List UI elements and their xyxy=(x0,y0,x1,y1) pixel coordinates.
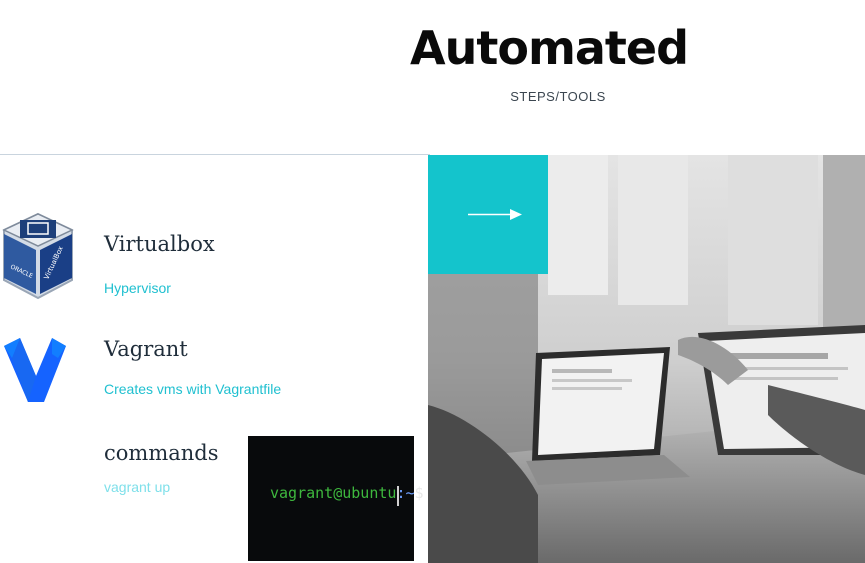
page-title: Automated xyxy=(410,21,689,75)
virtualbox-title: Virtualbox xyxy=(104,232,215,256)
terminal-dollar: $ xyxy=(414,484,424,502)
commands-description: vagrant up xyxy=(104,479,171,495)
commands-title: commands xyxy=(104,441,219,465)
arrow-button[interactable] xyxy=(428,155,548,274)
vagrant-title: Vagrant xyxy=(104,337,188,361)
terminal-user-host: vagrant@ubuntu xyxy=(270,484,397,502)
divider xyxy=(0,154,430,155)
terminal-path: :~ xyxy=(396,484,415,502)
vagrant-icon xyxy=(4,338,66,402)
page: Automated STEPS/TOOLS ORACLE VirtualBox … xyxy=(0,0,865,563)
terminal-cursor xyxy=(397,486,399,506)
virtualbox-description: Hypervisor xyxy=(104,280,171,296)
vagrant-description: Creates vms with Vagrantfile xyxy=(104,381,282,397)
page-subtitle: STEPS/TOOLS xyxy=(510,89,606,104)
virtualbox-icon: ORACLE VirtualBox xyxy=(2,212,74,300)
terminal-prompt: vagrant@ubuntu:~$ xyxy=(270,484,424,502)
terminal-screenshot: vagrant@ubuntu:~$ xyxy=(248,436,424,561)
arrow-right-icon xyxy=(468,209,522,220)
